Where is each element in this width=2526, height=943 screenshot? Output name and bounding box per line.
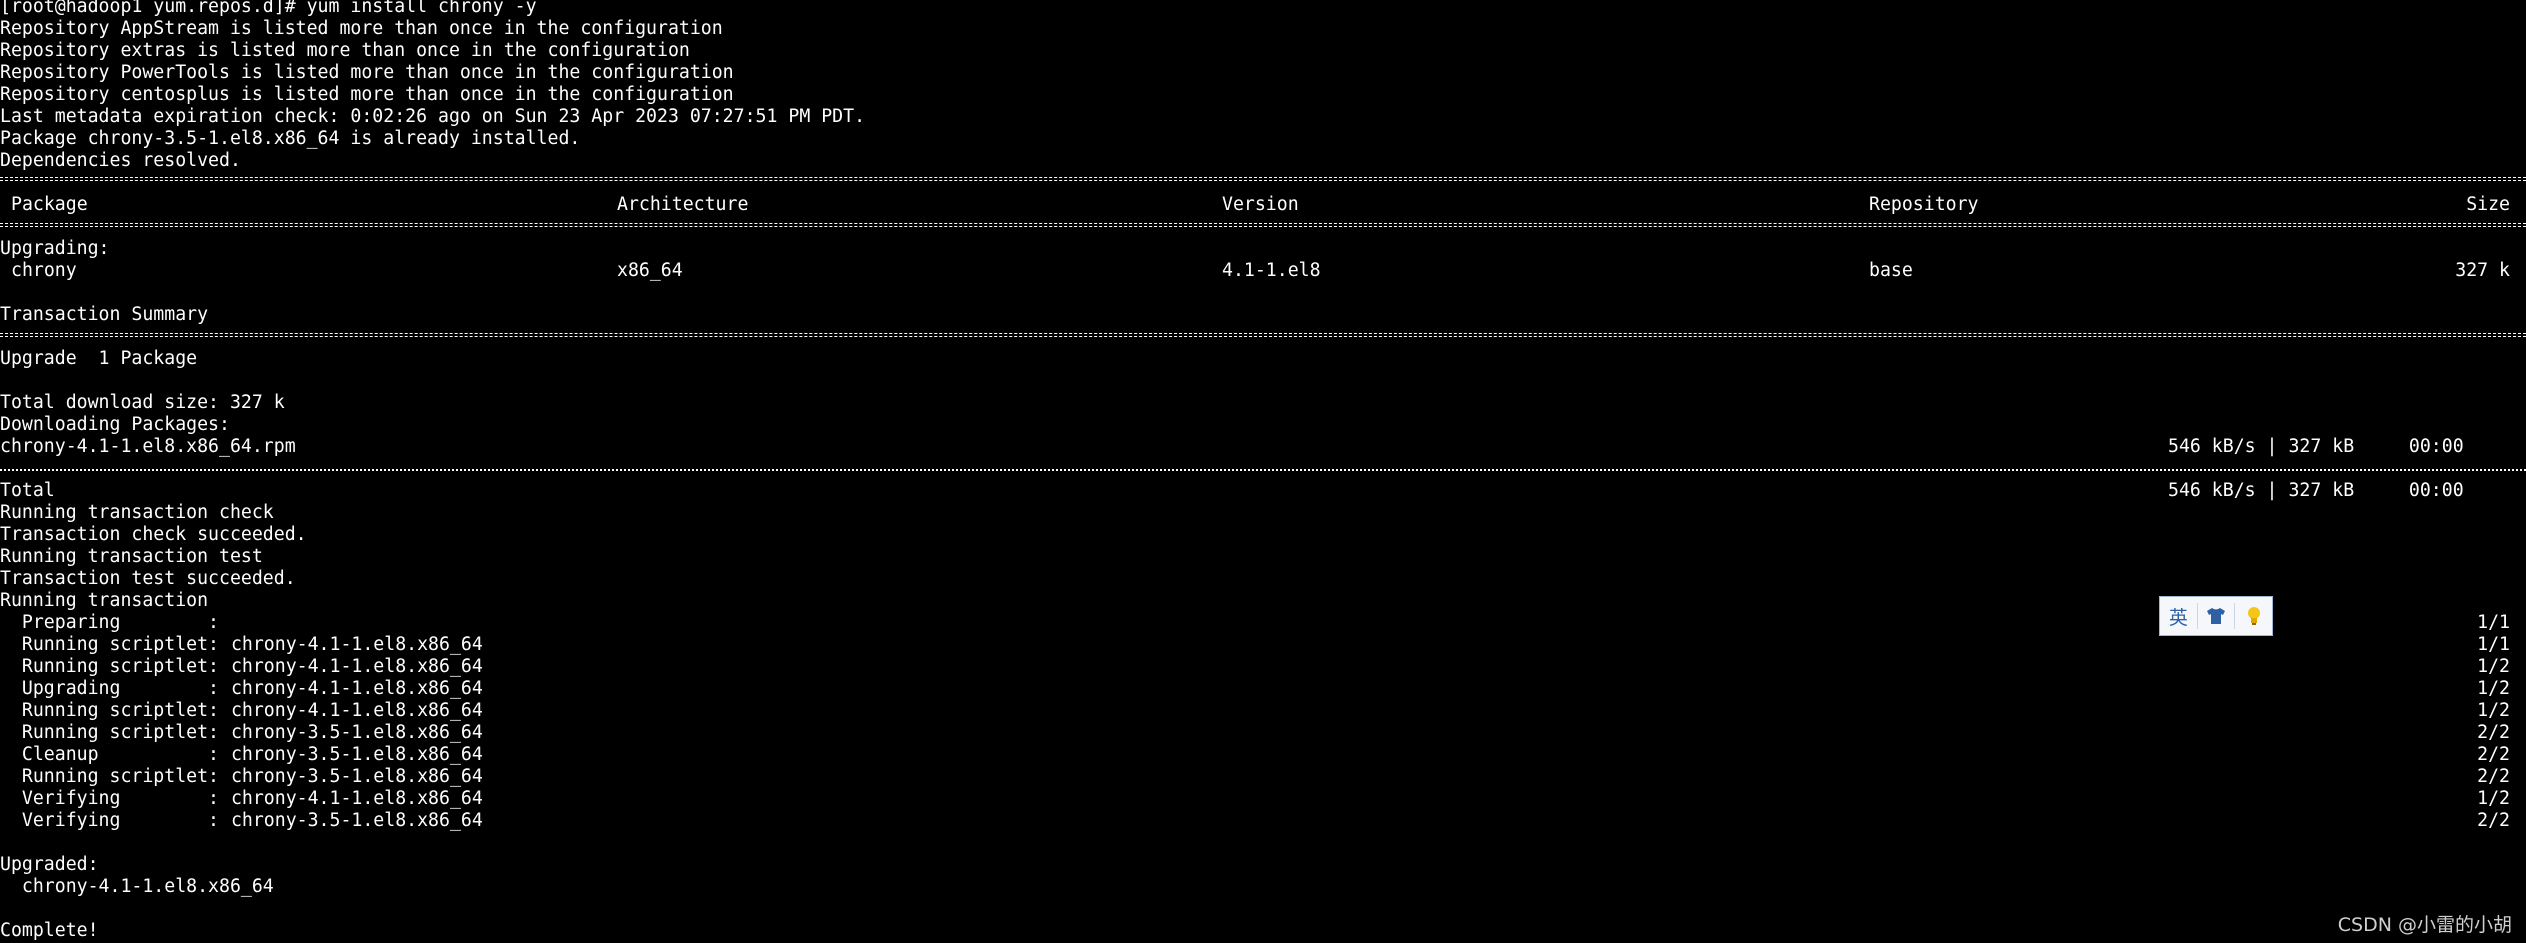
terminal-window[interactable]: [root@hadoop1 yum.repos.d]# yum install …: [0, 0, 2526, 943]
step-action: Running scriptlet:: [0, 656, 219, 677]
running-transaction: Running transaction: [0, 590, 209, 611]
step-action: Running scriptlet:: [0, 634, 219, 655]
step-action: Running scriptlet:: [0, 766, 219, 787]
step-progress: 1/2: [2477, 788, 2510, 809]
header-package: Package: [11, 194, 88, 215]
step-row: Running scriptlet: chrony-4.1-1.el8.x86_…: [0, 656, 2526, 678]
prompt-line: [root@hadoop1 yum.repos.d]# yum install …: [0, 0, 537, 17]
separator-double: [0, 177, 2526, 181]
step-progress: 1/2: [2477, 656, 2510, 677]
step-row: Cleanup : chrony-3.5-1.el8.x86_64 2/2: [0, 744, 2526, 766]
warning-line: Repository AppStream is listed more than…: [0, 18, 723, 39]
row-version: 4.1-1.el8: [1222, 260, 1321, 281]
upgraded-label: Upgraded:: [0, 854, 99, 875]
row-arch: x86_64: [617, 260, 683, 281]
step-progress: 2/2: [2477, 766, 2510, 787]
table-row: chrony x86_64 4.1-1.el8 base 327 k: [0, 260, 2526, 282]
step-pkg: chrony-3.5-1.el8.x86_64: [220, 766, 483, 787]
row-repo: base: [1869, 260, 1913, 281]
header-size: Size: [2466, 194, 2510, 215]
running-test: Running transaction test: [0, 546, 263, 567]
complete-message: Complete!: [0, 920, 99, 941]
step-row: Verifying : chrony-4.1-1.el8.x86_64 1/2: [0, 788, 2526, 810]
step-row: Running scriptlet: chrony-4.1-1.el8.x86_…: [0, 700, 2526, 722]
step-pkg: chrony-4.1-1.el8.x86_64: [220, 678, 483, 699]
step-row: Preparing : 1/1: [0, 612, 2526, 634]
step-action: Preparing :: [0, 612, 219, 633]
warning-line: Repository centosplus is listed more tha…: [0, 84, 734, 105]
step-progress: 1/2: [2477, 678, 2510, 699]
upgraded-package: chrony-4.1-1.el8.x86_64: [0, 876, 274, 897]
downloading-label: Downloading Packages:: [0, 414, 230, 435]
separator-single: [0, 469, 2526, 472]
step-row: Verifying : chrony-3.5-1.el8.x86_64 2/2: [0, 810, 2526, 832]
rpm-speed: 546 kB/s | 327 kB 00:00: [2168, 436, 2464, 457]
shirt-icon[interactable]: [2198, 597, 2235, 635]
row-size: 327 k: [2455, 260, 2510, 281]
check-succeeded: Transaction check succeeded.: [0, 524, 307, 545]
step-action: Running scriptlet:: [0, 722, 219, 743]
step-row: Upgrading : chrony-4.1-1.el8.x86_64 1/2: [0, 678, 2526, 700]
step-progress: 2/2: [2477, 810, 2510, 831]
upgrade-count: Upgrade 1 Package: [0, 348, 198, 369]
transaction-summary: Transaction Summary: [0, 304, 209, 325]
step-action: Running scriptlet:: [0, 700, 219, 721]
separator-double: [0, 223, 2526, 227]
warning-line: Repository PowerTools is listed more tha…: [0, 62, 734, 83]
row-package: chrony: [11, 260, 77, 281]
rpm-filename: chrony-4.1-1.el8.x86_64.rpm: [0, 436, 296, 457]
ime-language-toggle[interactable]: 英: [2160, 597, 2197, 635]
table-header: Package Architecture Version Repository …: [0, 194, 2526, 216]
step-pkg: chrony-4.1-1.el8.x86_64: [220, 700, 483, 721]
ime-toolbar[interactable]: 英: [2159, 596, 2273, 636]
step-row: Running scriptlet: chrony-3.5-1.el8.x86_…: [0, 722, 2526, 744]
step-progress: 1/1: [2477, 612, 2510, 633]
step-pkg: chrony-4.1-1.el8.x86_64: [220, 634, 483, 655]
step-pkg: chrony-3.5-1.el8.x86_64: [220, 810, 483, 831]
step-progress: 2/2: [2477, 722, 2510, 743]
step-action: Cleanup :: [0, 744, 219, 765]
download-row: chrony-4.1-1.el8.x86_64.rpm 546 kB/s | 3…: [0, 436, 2526, 458]
header-version: Version: [1222, 194, 1299, 215]
step-progress: 2/2: [2477, 744, 2510, 765]
step-progress: 1/2: [2477, 700, 2510, 721]
step-pkg: chrony-3.5-1.el8.x86_64: [220, 744, 483, 765]
total-label: Total: [0, 480, 55, 501]
warning-line: Repository extras is listed more than on…: [0, 40, 690, 61]
metadata-check-line: Last metadata expiration check: 0:02:26 …: [0, 106, 866, 127]
total-download-size: Total download size: 327 k: [0, 392, 285, 413]
step-action: Verifying :: [0, 788, 219, 809]
already-installed-line: Package chrony-3.5-1.el8.x86_64 is alrea…: [0, 128, 581, 149]
step-action: Upgrading :: [0, 678, 219, 699]
total-speed: 546 kB/s | 327 kB 00:00: [2168, 480, 2464, 501]
step-pkg: chrony-4.1-1.el8.x86_64: [220, 656, 483, 677]
running-check: Running transaction check: [0, 502, 274, 523]
total-row: Total 546 kB/s | 327 kB 00:00: [0, 480, 2526, 502]
step-pkg: chrony-3.5-1.el8.x86_64: [220, 722, 483, 743]
csdn-watermark: CSDN @小雷的小胡: [2337, 914, 2512, 936]
lightbulb-icon[interactable]: [2235, 597, 2272, 635]
separator-double: [0, 333, 2526, 337]
upgrading-label: Upgrading:: [0, 238, 110, 259]
header-repository: Repository: [1869, 194, 1979, 215]
step-row: Running scriptlet: chrony-4.1-1.el8.x86_…: [0, 634, 2526, 656]
step-pkg: chrony-4.1-1.el8.x86_64: [220, 788, 483, 809]
deps-resolved-line: Dependencies resolved.: [0, 150, 241, 171]
header-architecture: Architecture: [617, 194, 749, 215]
step-progress: 1/1: [2477, 634, 2510, 655]
step-row: Running scriptlet: chrony-3.5-1.el8.x86_…: [0, 766, 2526, 788]
test-succeeded: Transaction test succeeded.: [0, 568, 296, 589]
step-action: Verifying :: [0, 810, 219, 831]
